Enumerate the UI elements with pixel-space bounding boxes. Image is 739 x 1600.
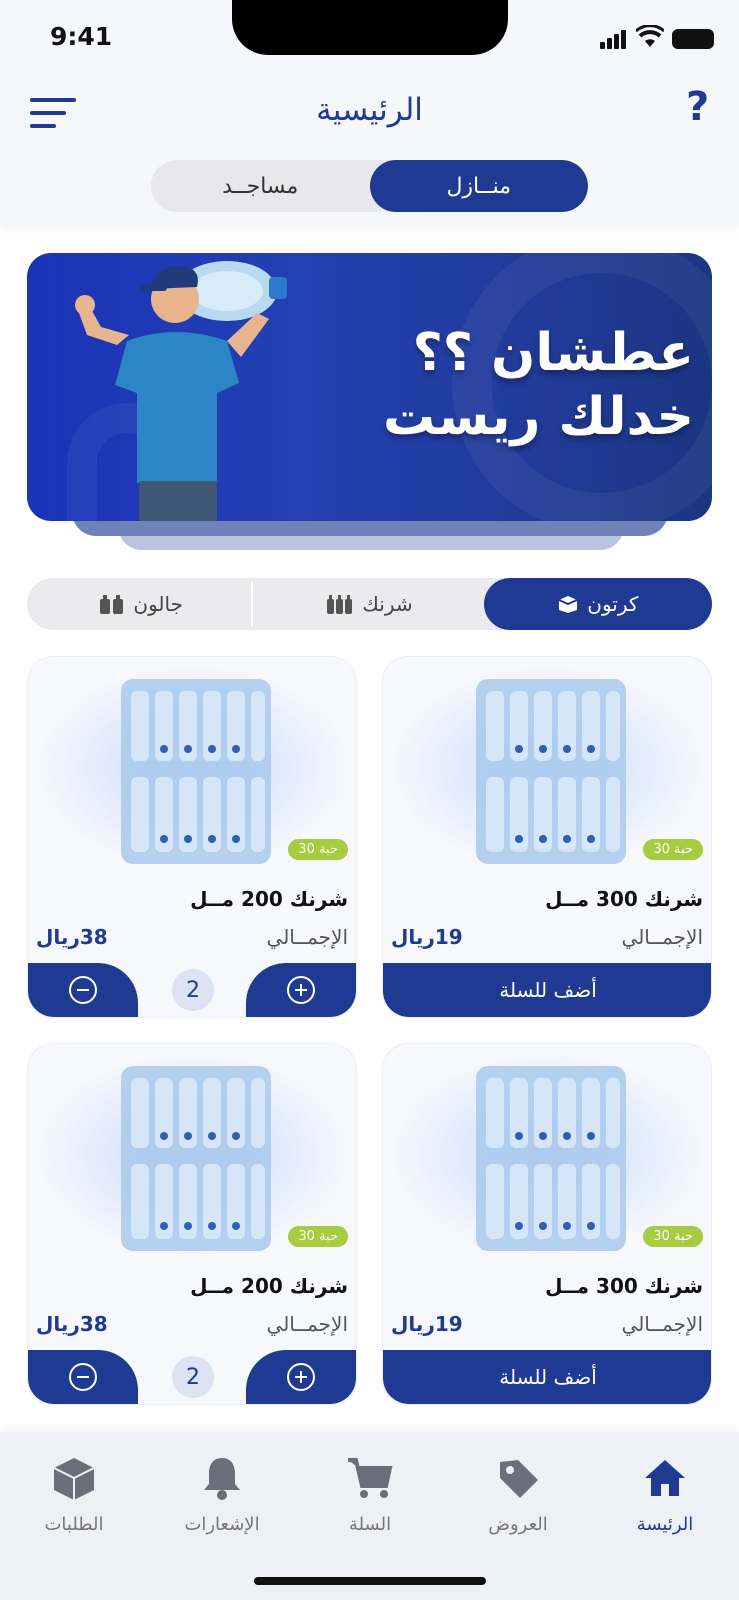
minus-circle-icon — [69, 976, 97, 1004]
location-type-segmented-control: مساجــد منــازل — [151, 160, 588, 212]
quantity-badge: 30 حبة — [643, 839, 703, 860]
tab-cart[interactable]: السلة — [300, 1452, 440, 1562]
battery-icon — [672, 29, 714, 49]
product-name: شرنك 200 مــل — [190, 887, 348, 911]
tab-label: الإشعارات — [184, 1514, 260, 1535]
tab-home[interactable]: الرئيسة — [595, 1452, 735, 1562]
home-icon — [645, 1460, 685, 1496]
product-name: شرنك 200 مــل — [190, 1274, 348, 1298]
plus-circle-icon — [287, 976, 315, 1004]
water-pack-image — [476, 1066, 626, 1251]
cart-icon — [348, 1458, 393, 1498]
bottles-icon — [327, 595, 353, 614]
product-name: شرنك 300 مــل — [545, 887, 703, 911]
gallon-icon — [100, 595, 124, 614]
filter-tab-carton[interactable]: كرتون — [483, 578, 712, 630]
promo-banner[interactable]: عطشان ؟؟ خدلك ريست — [27, 253, 712, 521]
status-bar: 9:41 — [0, 0, 739, 70]
wifi-icon — [636, 25, 664, 47]
total-label: الإجمــالي — [621, 925, 703, 949]
water-pack-image — [121, 679, 271, 864]
bottom-tab-bar: الرئيسة العروض السلة الإشعارات الطلبات — [0, 1432, 739, 1600]
banner-headline-line1: عطشان ؟؟ — [412, 323, 694, 383]
filter-tab-shrink[interactable]: شرنك — [255, 578, 483, 630]
total-label: الإجمــالي — [621, 1312, 703, 1336]
segment-mosques[interactable]: مساجــد — [151, 160, 370, 212]
minus-circle-icon — [69, 1363, 97, 1391]
quantity-count: 2 — [172, 1356, 214, 1398]
tab-label: العروض — [488, 1514, 548, 1535]
tab-label: السلة — [348, 1514, 392, 1535]
bell-icon — [204, 1458, 240, 1500]
segment-homes[interactable]: منــازل — [369, 160, 588, 212]
quantity-badge: 30 حبة — [288, 1226, 348, 1247]
tab-orders[interactable]: الطلبات — [4, 1452, 144, 1562]
product-type-filter: كرتون شرنك جالون — [27, 578, 712, 630]
product-price: 38ريال — [36, 925, 108, 949]
product-price: 19ريال — [391, 925, 463, 949]
product-card[interactable]: 30 حبة شرنك 200 مــل الإجمــالي 38ريال 2 — [27, 656, 357, 1018]
add-to-cart-button[interactable]: أضف للسلة — [383, 1350, 711, 1404]
tab-offers[interactable]: العروض — [448, 1452, 588, 1562]
tab-label: الطلبات — [44, 1514, 104, 1535]
water-pack-image — [476, 679, 626, 864]
delivery-man-illustration — [75, 261, 287, 521]
product-card[interactable]: 30 حبة شرنك 300 مــل الإجمــالي 19ريال أ… — [382, 656, 712, 1018]
product-card[interactable]: 30 حبة شرنك 200 مــل الإجمــالي 38ريال 2 — [27, 1043, 357, 1405]
package-icon — [53, 1458, 95, 1500]
product-price: 19ريال — [391, 1312, 463, 1336]
increase-quantity-button[interactable] — [246, 963, 356, 1017]
product-price: 38ريال — [36, 1312, 108, 1336]
quantity-badge: 30 حبة — [288, 839, 348, 860]
box-icon — [558, 596, 578, 613]
home-indicator — [254, 1577, 486, 1585]
decrease-quantity-button[interactable] — [28, 1350, 138, 1404]
device-notch — [232, 0, 508, 55]
cellular-signal-icon — [600, 29, 630, 49]
help-icon[interactable]: ? — [686, 84, 709, 130]
plus-circle-icon — [287, 1363, 315, 1391]
banner-headline-line2: خدلك ريست — [383, 387, 694, 447]
water-pack-image — [121, 1066, 271, 1251]
add-to-cart-button[interactable]: أضف للسلة — [383, 963, 711, 1017]
filter-divider — [251, 582, 253, 626]
tab-label: الرئيسة — [636, 1514, 694, 1535]
app-header: 9:41 الرئيسية ? مساجــد منــازل — [0, 0, 739, 225]
quantity-badge: 30 حبة — [643, 1226, 703, 1247]
filter-tab-gallon[interactable]: جالون — [27, 578, 255, 630]
filter-tab-label: كرتون — [587, 592, 639, 616]
quantity-count: 2 — [172, 969, 214, 1011]
filter-tab-label: جالون — [133, 592, 183, 616]
decrease-quantity-button[interactable] — [28, 963, 138, 1017]
status-time: 9:41 — [50, 22, 113, 51]
tab-notifications[interactable]: الإشعارات — [152, 1452, 292, 1562]
tag-icon — [500, 1460, 538, 1498]
product-card[interactable]: 30 حبة شرنك 300 مــل الإجمــالي 19ريال أ… — [382, 1043, 712, 1405]
increase-quantity-button[interactable] — [246, 1350, 356, 1404]
product-name: شرنك 300 مــل — [545, 1274, 703, 1298]
total-label: الإجمــالي — [266, 925, 348, 949]
page-title: الرئيسية — [316, 92, 423, 128]
filter-tab-label: شرنك — [362, 592, 413, 616]
total-label: الإجمــالي — [266, 1312, 348, 1336]
